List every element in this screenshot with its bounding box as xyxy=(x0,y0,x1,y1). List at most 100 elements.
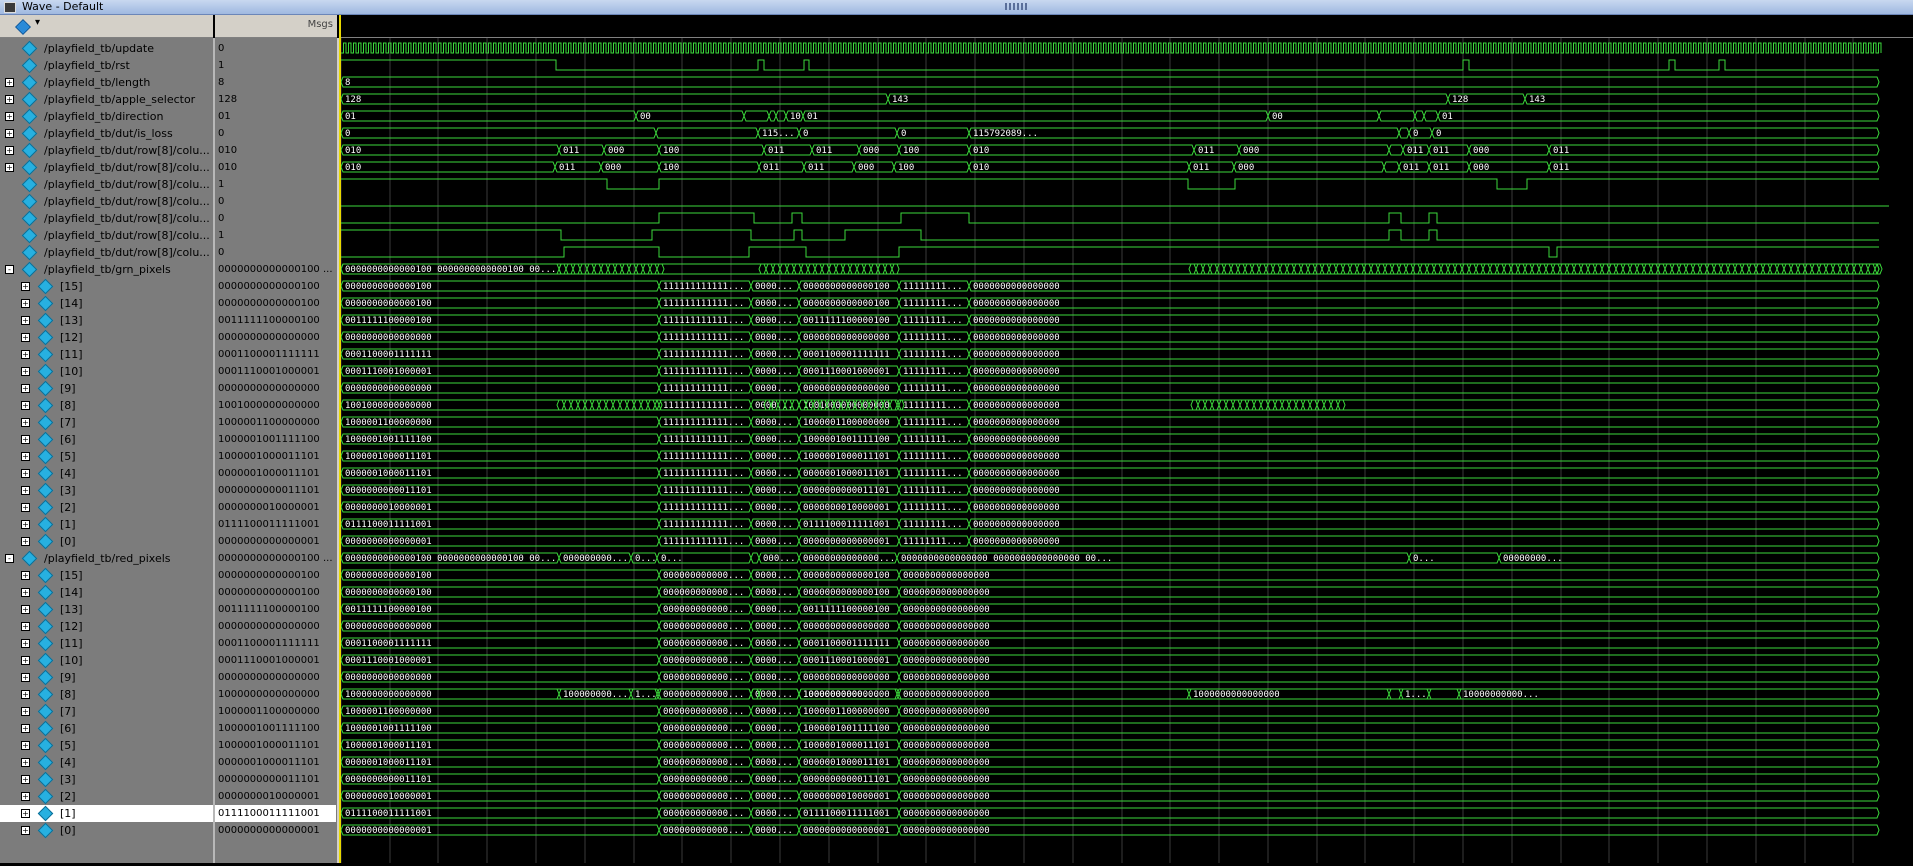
signal-row[interactable]: + [15] xyxy=(0,278,213,295)
waveform-canvas[interactable]: 8128 143 128 14301 00 10 01 00 010 115... 0 0 115792… xyxy=(339,38,1913,863)
expand-icon[interactable]: + xyxy=(21,503,30,512)
dropdown-arrow-icon[interactable]: ▾ xyxy=(35,17,40,28)
signal-row[interactable]: + /playfield_tb/dut/row[8]/colu... xyxy=(0,142,213,159)
signal-row[interactable]: + [14] xyxy=(0,584,213,601)
signal-row[interactable]: + [12] xyxy=(0,329,213,346)
signal-row[interactable]: + [13] xyxy=(0,601,213,618)
signal-row[interactable]: /playfield_tb/dut/row[8]/colu... xyxy=(0,244,213,261)
expand-icon[interactable]: + xyxy=(21,282,30,291)
time-cursor[interactable] xyxy=(339,15,341,863)
signal-row[interactable]: + [13] xyxy=(0,312,213,329)
bus-value-label: 0000... xyxy=(755,571,793,581)
expand-icon[interactable]: + xyxy=(21,673,30,682)
signal-row[interactable]: + [9] xyxy=(0,669,213,686)
signal-row[interactable]: + [15] xyxy=(0,567,213,584)
signal-row[interactable]: /playfield_tb/dut/row[8]/colu... xyxy=(0,227,213,244)
signal-row[interactable]: + [10] xyxy=(0,363,213,380)
expand-icon[interactable]: + xyxy=(5,112,14,121)
expand-icon[interactable]: + xyxy=(21,520,30,529)
signal-row[interactable]: + [5] xyxy=(0,448,213,465)
wave-zoom-icon[interactable] xyxy=(15,19,31,35)
expand-icon[interactable]: + xyxy=(21,537,30,546)
expand-icon[interactable]: + xyxy=(21,350,30,359)
bus-value-label: 0000000000000001 xyxy=(803,826,890,836)
collapse-icon[interactable]: - xyxy=(5,554,14,563)
expand-icon[interactable]: + xyxy=(21,826,30,835)
signal-row[interactable]: + /playfield_tb/dut/row[8]/colu... xyxy=(0,159,213,176)
titlebar-grip[interactable] xyxy=(1005,3,1029,10)
expand-icon[interactable]: + xyxy=(21,588,30,597)
waveform-pane[interactable]: 8 128 143 128 143 01 00 10 01 00 01 0 115... 0 0 115792… xyxy=(339,38,1913,863)
bus-segment xyxy=(898,603,1880,615)
expand-icon[interactable]: + xyxy=(21,452,30,461)
expand-icon[interactable]: + xyxy=(21,384,30,393)
expand-icon[interactable]: + xyxy=(5,95,14,104)
expand-icon[interactable]: + xyxy=(5,163,14,172)
expand-icon[interactable]: + xyxy=(21,690,30,699)
signal-row[interactable]: + [0] xyxy=(0,533,213,550)
expand-icon[interactable]: + xyxy=(21,486,30,495)
signal-row[interactable]: + [9] xyxy=(0,380,213,397)
expand-icon[interactable]: + xyxy=(21,571,30,580)
signal-row[interactable]: + [0] xyxy=(0,822,213,839)
signal-row[interactable]: + [1] xyxy=(0,516,213,533)
expand-icon[interactable]: + xyxy=(5,78,14,87)
expand-icon[interactable]: + xyxy=(21,622,30,631)
expand-icon[interactable]: + xyxy=(21,333,30,342)
expand-icon[interactable]: + xyxy=(21,656,30,665)
signal-row[interactable]: + [6] xyxy=(0,431,213,448)
signal-row[interactable]: + [8] xyxy=(0,397,213,414)
signal-row[interactable]: + [14] xyxy=(0,295,213,312)
signal-row[interactable]: - /playfield_tb/grn_pixels xyxy=(0,261,213,278)
signal-row[interactable]: /playfield_tb/dut/row[8]/colu... xyxy=(0,176,213,193)
window-titlebar[interactable]: Wave - Default xyxy=(0,0,1913,15)
expand-icon[interactable]: + xyxy=(21,316,30,325)
expand-icon[interactable]: + xyxy=(21,418,30,427)
signal-row[interactable]: + /playfield_tb/length xyxy=(0,74,213,91)
expand-icon[interactable]: + xyxy=(21,758,30,767)
expand-icon[interactable]: + xyxy=(21,469,30,478)
signal-row[interactable]: + [3] xyxy=(0,771,213,788)
expand-icon[interactable]: + xyxy=(21,605,30,614)
signal-row[interactable]: + /playfield_tb/dut/is_loss xyxy=(0,125,213,142)
signal-names-pane[interactable]: /playfield_tb/update/playfield_tb/rst + /p… xyxy=(0,38,215,863)
signal-row[interactable]: + /playfield_tb/apple_selector xyxy=(0,91,213,108)
expand-icon[interactable]: + xyxy=(5,146,14,155)
expand-icon[interactable]: + xyxy=(21,775,30,784)
signal-row[interactable]: /playfield_tb/update xyxy=(0,40,213,57)
signal-row[interactable]: + [2] xyxy=(0,788,213,805)
expand-icon[interactable]: + xyxy=(21,809,30,818)
signal-values-pane[interactable]: 0 1 8 128 01 0 010 010 1 0 0 1 0 0000000000000100 ...… xyxy=(215,38,339,863)
signal-row[interactable]: + [4] xyxy=(0,754,213,771)
signal-row[interactable]: + [8] xyxy=(0,686,213,703)
expand-icon[interactable]: + xyxy=(21,401,30,410)
signal-row[interactable]: + [2] xyxy=(0,499,213,516)
expand-icon[interactable]: + xyxy=(21,741,30,750)
signal-row[interactable]: - /playfield_tb/red_pixels xyxy=(0,550,213,567)
expand-icon[interactable]: + xyxy=(21,639,30,648)
signal-row[interactable]: /playfield_tb/dut/row[8]/colu... xyxy=(0,193,213,210)
signal-row[interactable]: /playfield_tb/dut/row[8]/colu... xyxy=(0,210,213,227)
signal-row[interactable]: + [7] xyxy=(0,703,213,720)
signal-row[interactable]: + [6] xyxy=(0,720,213,737)
expand-icon[interactable]: + xyxy=(21,435,30,444)
signal-row[interactable]: + [12] xyxy=(0,618,213,635)
signal-row[interactable]: + [10] xyxy=(0,652,213,669)
signal-row[interactable]: + [4] xyxy=(0,465,213,482)
expand-icon[interactable]: + xyxy=(21,367,30,376)
expand-icon[interactable]: + xyxy=(21,792,30,801)
signal-row[interactable]: + /playfield_tb/direction xyxy=(0,108,213,125)
signal-row[interactable]: + [3] xyxy=(0,482,213,499)
signal-row[interactable]: + [11] xyxy=(0,635,213,652)
expand-icon[interactable]: + xyxy=(21,299,30,308)
bus-segment xyxy=(1314,263,1323,275)
signal-row[interactable]: + [5] xyxy=(0,737,213,754)
expand-icon[interactable]: + xyxy=(21,707,30,716)
signal-row[interactable]: /playfield_tb/rst xyxy=(0,57,213,74)
signal-row[interactable]: + [7] xyxy=(0,414,213,431)
collapse-icon[interactable]: - xyxy=(5,265,14,274)
signal-row[interactable]: + [11] xyxy=(0,346,213,363)
expand-icon[interactable]: + xyxy=(5,129,14,138)
expand-icon[interactable]: + xyxy=(21,724,30,733)
signal-row[interactable]: + [1] xyxy=(0,805,213,822)
